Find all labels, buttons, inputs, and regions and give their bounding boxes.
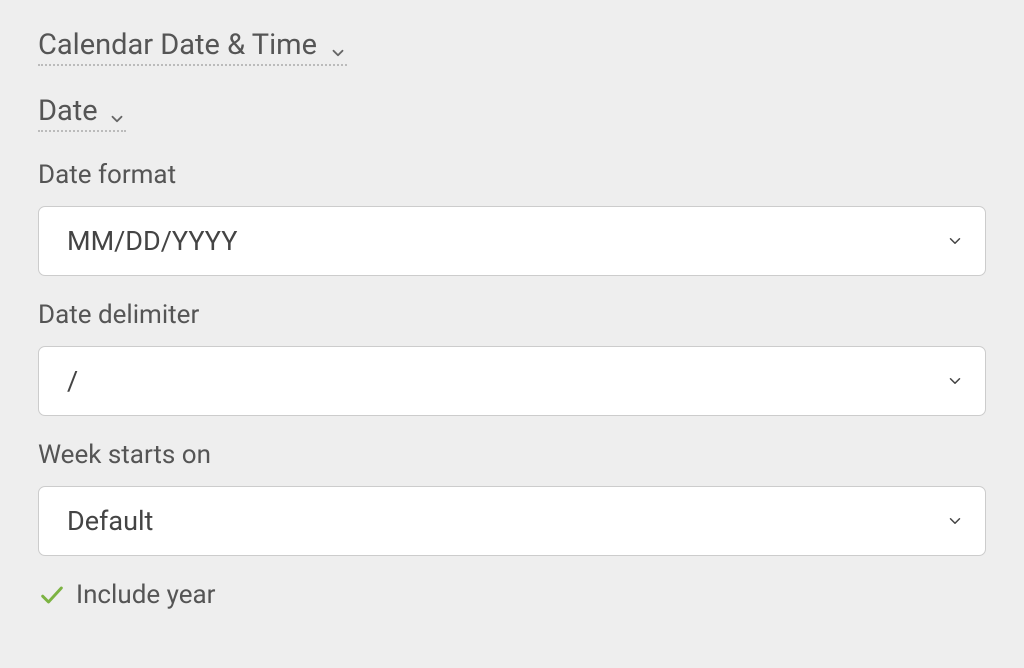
check-icon xyxy=(38,581,66,609)
label-week-starts: Week starts on xyxy=(38,440,986,470)
field-date-format: Date format MM/DD/YYYY xyxy=(38,160,986,276)
subsection-header-date[interactable]: Date xyxy=(38,94,126,132)
section-title: Calendar Date & Time xyxy=(38,28,317,62)
label-date-format: Date format xyxy=(38,160,986,190)
checkbox-label: Include year xyxy=(76,580,215,610)
field-date-delimiter: Date delimiter / xyxy=(38,300,986,416)
select-value: MM/DD/YYYY xyxy=(67,225,237,257)
chevron-down-icon xyxy=(108,102,126,120)
checkbox-include-year[interactable]: Include year xyxy=(38,580,986,610)
section-header-calendar[interactable]: Calendar Date & Time xyxy=(38,28,347,66)
chevron-down-icon xyxy=(329,36,347,54)
select-week-starts[interactable]: Default xyxy=(38,486,986,556)
field-week-starts: Week starts on Default xyxy=(38,440,986,556)
label-date-delimiter: Date delimiter xyxy=(38,300,986,330)
select-date-delimiter[interactable]: / xyxy=(38,346,986,416)
select-date-format[interactable]: MM/DD/YYYY xyxy=(38,206,986,276)
select-value: / xyxy=(67,365,78,397)
select-value: Default xyxy=(67,505,153,537)
subsection-title: Date xyxy=(38,94,98,128)
